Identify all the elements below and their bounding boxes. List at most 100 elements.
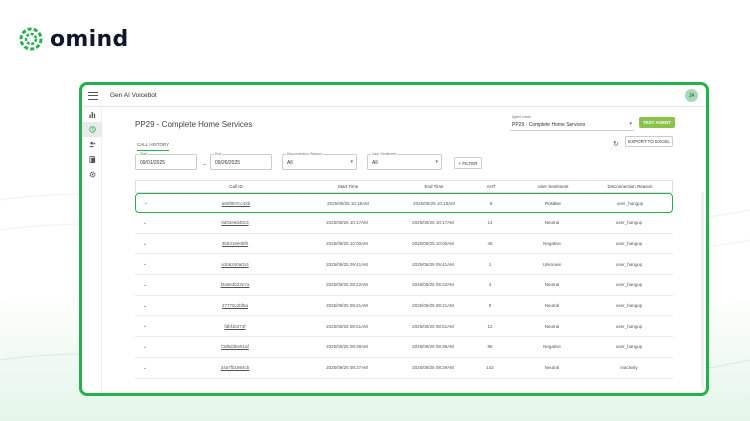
call-history-table: Call ID Start Time End Time AHT User Sen…: [135, 180, 673, 379]
table-header: Call ID Start Time End Time AHT User Sen…: [135, 180, 673, 193]
history-icon: [88, 126, 96, 133]
report-icon: [88, 156, 95, 163]
end-time-cell: 2025/09/25 09:21AM: [412, 303, 454, 309]
table-row[interactable]: ⌄ 0d03e6d40c3 2025/09/25 10:17AM 2025/09/25…: [135, 213, 673, 234]
table-row[interactable]: ⌄ 3b5319e0bf0 2025/09/25 10:00AM 2025/09/25…: [135, 234, 673, 255]
table-row[interactable]: ⌄ 34a7fb1864cb 2025/09/25 08:27AM 2025/09/2…: [135, 358, 673, 379]
aht-cell: 86: [487, 344, 493, 350]
user-sentiment-value: All: [372, 160, 378, 166]
refresh-icon[interactable]: ↻: [613, 140, 619, 148]
expand-chevron-icon[interactable]: ⌄: [141, 261, 149, 267]
add-filter-button[interactable]: + FILTER: [454, 157, 482, 169]
end-time-cell: 2025/09/25 09:22AM: [412, 282, 454, 288]
caret-down-icon: ▾: [629, 121, 632, 127]
table-row[interactable]: ⌄ fdbf1b373f 2025/09/25 08:51AM 2025/09/25 …: [135, 316, 673, 338]
end-date-field[interactable]: End 09/26/2025: [210, 152, 272, 170]
brand-name: omind: [50, 26, 129, 52]
user-sentiment-select[interactable]: User Sentiment All ▾: [367, 152, 442, 170]
header-call-id[interactable]: Call ID: [206, 184, 266, 189]
bar-chart-icon: [88, 111, 95, 118]
agent-name-value: PP29 - Complete Home Services: [512, 122, 586, 128]
table-row[interactable]: ⌄ f3d5d3be51af 2025/09/25 08:38AM 2025/09/2…: [135, 337, 673, 358]
call-id-link[interactable]: a1b6240a014: [205, 262, 265, 267]
start-time-cell: 2025/09/25 10:00AM: [326, 241, 368, 247]
aht-cell: 9: [488, 303, 492, 309]
user-sentiment-cell: Neutral: [544, 323, 560, 329]
aht-cell: 4: [488, 282, 492, 288]
sidebar-item-analytics[interactable]: [82, 107, 102, 122]
start-time-cell: 2025/09/25 08:51AM: [326, 323, 368, 329]
table-row[interactable]: ⌄ 27770c2bf5a 2025/09/25 09:21AM 2025/09/25…: [135, 296, 673, 317]
disconnection-reason-cell: user_hangup: [615, 282, 643, 288]
start-time-cell: 2025/09/25 08:38AM: [326, 344, 368, 350]
end-time-cell: 2025/09/25 08:38AM: [412, 344, 454, 350]
call-id-link[interactable]: fdbf1b373f: [205, 324, 265, 329]
call-id-link[interactable]: 34a7fb1864cb: [205, 365, 265, 370]
sidebar-item-reports[interactable]: [82, 152, 102, 167]
end-time-cell: 2025/09/25 08:51AM: [412, 323, 454, 329]
header-user-sentiment[interactable]: User Sentiment: [528, 184, 578, 189]
end-time-cell: 2025/09/25 10:00AM: [412, 241, 454, 247]
start-time-cell: 2025/09/25 09:22AM: [326, 282, 368, 288]
test-agent-button[interactable]: TEST AGENT: [639, 117, 675, 128]
expand-chevron-icon[interactable]: ⌄: [141, 344, 149, 350]
disconnection-reason-cell: user_hangup: [616, 200, 644, 206]
aht-cell: 8: [489, 200, 493, 206]
table-row[interactable]: ⌄ a1b6240a014 2025/09/25 09:41AM 2025/09/25…: [135, 254, 673, 276]
expand-chevron-icon[interactable]: ⌄: [141, 303, 149, 309]
end-time-cell: 2025/09/25 09:41AM: [412, 261, 454, 267]
call-id-link[interactable]: 3b5319e0bf0: [205, 241, 265, 246]
disconnection-reason-label: Disconnection Reason: [286, 152, 324, 156]
expand-chevron-icon[interactable]: ⌄: [141, 241, 149, 247]
call-id-link[interactable]: f2a0e4b22e7a: [205, 282, 265, 287]
tab-call-history[interactable]: CALL HISTORY: [137, 142, 170, 151]
sidebar: [82, 107, 102, 393]
call-id-link[interactable]: f3d5d3be51af: [205, 344, 265, 349]
sidebar-item-history[interactable]: [82, 122, 102, 137]
aht-cell: 46: [487, 241, 493, 247]
header-start-time[interactable]: Start Time: [318, 184, 378, 189]
gear-icon: [89, 171, 95, 178]
user-sentiment-cell: Neutral: [544, 365, 560, 371]
user-sentiment-cell: Negative: [543, 241, 561, 247]
start-date-field[interactable]: Start 09/01/2025: [135, 152, 197, 170]
caret-down-icon: ▾: [350, 159, 353, 165]
disconnection-reason-cell: user_hangup: [615, 303, 643, 309]
expand-chevron-icon[interactable]: ⌄: [141, 282, 149, 288]
table-row[interactable]: ⌄ f2a0e4b22e7a 2025/09/25 09:22AM 2025/09/2…: [135, 275, 673, 296]
avatar[interactable]: JA: [685, 89, 698, 102]
omind-logo: omind: [18, 26, 129, 52]
scrollbar[interactable]: [701, 192, 704, 392]
disconnection-reason-value: All: [287, 160, 293, 166]
expand-chevron-icon[interactable]: ⌄: [141, 220, 149, 226]
disconnection-reason-cell: user_hangup: [615, 241, 643, 247]
user-sentiment-cell: Positive: [545, 200, 561, 206]
agent-name-select[interactable]: PP29 - Complete Home Services ▾: [510, 119, 634, 131]
header-disconnection-reason[interactable]: Disconnection Reason: [600, 184, 660, 189]
end-time-cell: 2025/09/25 10:17AM: [412, 220, 454, 226]
users-icon: [88, 141, 95, 148]
user-sentiment-cell: Neutral: [544, 282, 560, 288]
call-id-link[interactable]: 0d03e6d40c3: [205, 220, 265, 225]
aht-cell: 142: [486, 365, 494, 371]
disconnection-reason-cell: user_hangup: [615, 323, 643, 329]
sidebar-item-settings[interactable]: [82, 167, 102, 182]
expand-chevron-icon[interactable]: ⌄: [141, 323, 149, 329]
user-sentiment-cell: Negative: [543, 344, 561, 350]
start-time-cell: 2025/09/25 10:18AM: [327, 200, 369, 206]
sidebar-item-users[interactable]: [82, 137, 102, 152]
disconnection-reason-select[interactable]: Disconnection Reason All ▾: [282, 152, 357, 170]
call-id-link[interactable]: a60f807cc42b: [206, 201, 266, 206]
expand-chevron-icon[interactable]: ⌄: [142, 200, 150, 206]
header-end-time[interactable]: End Time: [404, 184, 464, 189]
disconnection-reason-cell: user_hangup: [615, 220, 643, 226]
user-sentiment-cell: Unknown: [542, 261, 562, 267]
table-row[interactable]: ⌄ a60f807cc42b 2025/09/25 10:18AM 2025/09/2…: [135, 193, 673, 213]
export-to-excel-button[interactable]: EXPORT TO EXCEL: [625, 136, 673, 147]
expand-chevron-icon[interactable]: ⌄: [141, 365, 149, 371]
call-id-link[interactable]: 27770c2bf5a: [205, 303, 265, 308]
header-aht[interactable]: AHT: [481, 184, 501, 189]
menu-icon[interactable]: [88, 91, 98, 100]
start-time-cell: 2025/09/25 09:21AM: [326, 303, 368, 309]
omind-logo-icon: [19, 27, 43, 51]
